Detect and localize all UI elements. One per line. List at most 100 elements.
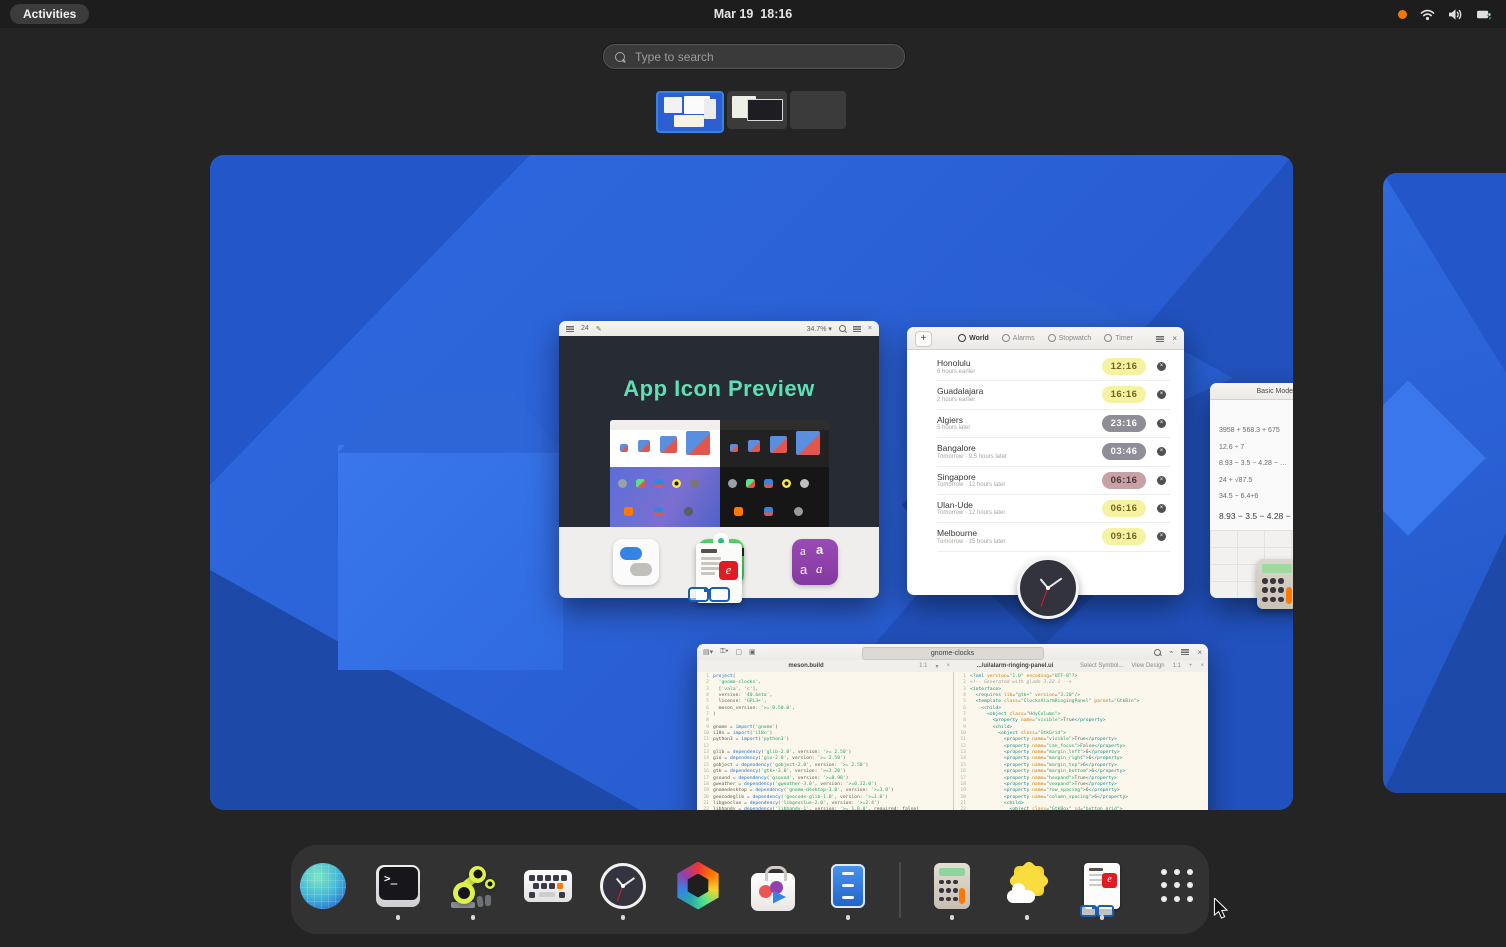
- thumb-window: [704, 99, 716, 119]
- view-design-button[interactable]: View Design: [1131, 663, 1164, 669]
- city-name: Ulan-Ude: [937, 500, 973, 510]
- builder-window[interactable]: ▤▾ ⚿▾ ▢ ▣ gnome-clocks ⌁ × meson.build 1…: [697, 644, 1208, 810]
- symbol-selector[interactable]: Select Symbol...: [1080, 663, 1123, 669]
- close-icon[interactable]: ×: [1197, 648, 1202, 657]
- clocks-window[interactable]: + World Alarms Stopwatch: [907, 327, 1184, 595]
- dock-files[interactable]: [824, 860, 872, 920]
- history-row[interactable]: 8.93 − 3.5 − 4.28 − … −1.25: [1219, 458, 1293, 475]
- world-clock-row[interactable]: Guadalajara 2 hours earlier 16:16 ×: [937, 381, 1170, 409]
- clocks-app-icon: [1017, 557, 1079, 619]
- image-viewer-headerbar: 24 ✎ 34.7% ▾ ×: [559, 321, 879, 337]
- clocks-tab[interactable]: World: [958, 334, 989, 342]
- remove-clock-button[interactable]: ×: [1157, 362, 1166, 371]
- workspace-thumbnail-1[interactable]: [656, 91, 724, 133]
- close-icon[interactable]: ×: [868, 325, 872, 332]
- dictionary-app-icon: a a a a: [792, 539, 838, 585]
- mode-selector[interactable]: Basic Mode ▾: [1256, 387, 1293, 395]
- zoom-level[interactable]: 34.7% ▾: [807, 325, 832, 333]
- workspace-2-partial[interactable]: [1383, 173, 1506, 793]
- history-row[interactable]: 24 + √87.5 33.3541…: [1219, 475, 1293, 492]
- time-offset-label: 2 hours earlier: [937, 397, 975, 403]
- city-name: Honolulu: [937, 358, 971, 368]
- world-clock-row[interactable]: Honolulu 6 hours earlier 12:16 ×: [937, 353, 1170, 381]
- time-badge: 12:16: [1102, 358, 1146, 375]
- remove-clock-button[interactable]: ×: [1157, 504, 1166, 513]
- omnibar-project-title[interactable]: gnome-clocks: [862, 647, 1044, 660]
- dock-document-viewer[interactable]: e: [1078, 860, 1126, 920]
- time-offset-label: Tomorrow · 12 hours later: [937, 482, 1005, 488]
- history-expression: 3958 + 568.3 + 675: [1219, 427, 1280, 434]
- remove-clock-button[interactable]: ×: [1157, 419, 1166, 428]
- wifi-icon: [1420, 8, 1435, 21]
- world-clock-row[interactable]: Algiers 5 hours later 23:16 ×: [937, 410, 1170, 438]
- search-icon[interactable]: [839, 325, 846, 332]
- remove-clock-button[interactable]: ×: [1157, 390, 1166, 399]
- topbar-clock[interactable]: Mar 19 18:16: [0, 0, 1506, 28]
- workspace-thumbnail-3[interactable]: [790, 91, 846, 129]
- files-cabinet-icon: [831, 864, 865, 908]
- world-clock-row[interactable]: Ulan-Ude Tomorrow · 12 hours later 06:16…: [937, 495, 1170, 523]
- dock-calculator[interactable]: [928, 860, 976, 920]
- history-expression: 34.5 − 6.4+6: [1219, 493, 1258, 500]
- menu-icon[interactable]: [1181, 649, 1189, 655]
- current-expression[interactable]: 8.93 − 3.5 − 4.28 − 2.4: [1219, 511, 1293, 521]
- thumb-window: [674, 115, 704, 127]
- search-bar[interactable]: [602, 43, 906, 70]
- clocks-tab[interactable]: Stopwatch: [1048, 334, 1092, 342]
- city-name: Algiers: [937, 415, 963, 425]
- dock-builder[interactable]: [449, 860, 497, 920]
- caret-down-icon[interactable]: ▾: [935, 663, 938, 670]
- cursor-position: 1:1: [1173, 663, 1181, 669]
- document-viewer-icon: e: [1084, 863, 1120, 909]
- remove-clock-button[interactable]: ×: [1157, 476, 1166, 485]
- workspace-thumbnail-2[interactable]: [727, 91, 787, 129]
- remove-clock-button[interactable]: ×: [1157, 447, 1166, 456]
- world-clock-row[interactable]: Melbourne Tomorrow · 15 hours later 09:1…: [937, 523, 1170, 551]
- search-input[interactable]: [633, 49, 877, 65]
- grid-toggle-icon[interactable]: ▣: [749, 648, 756, 656]
- history-expression: 24 + √87.5: [1219, 477, 1252, 484]
- dock-separator: [899, 862, 901, 918]
- dock-keyboard[interactable]: [524, 860, 572, 920]
- dock-weather[interactable]: [1003, 860, 1051, 920]
- clocks-tab[interactable]: Timer: [1104, 334, 1133, 342]
- menu-icon[interactable]: [853, 326, 861, 332]
- dock-web-browser[interactable]: [299, 860, 347, 920]
- close-tab-icon[interactable]: ×: [1200, 663, 1204, 669]
- menu-icon[interactable]: [1156, 336, 1164, 342]
- recording-indicator-icon: [1398, 10, 1407, 19]
- world-clock-row[interactable]: Singapore Tomorrow · 12 hours later 06:1…: [937, 467, 1170, 495]
- history-row[interactable]: 12.6 ÷ 7 1.8: [1219, 442, 1293, 459]
- branch-lock-icon[interactable]: ⚿▾: [720, 648, 728, 656]
- meson-editor-pane[interactable]: 1project(2 'gnome-clocks',3 ['vala', 'c'…: [697, 672, 954, 810]
- close-tab-icon[interactable]: ×: [946, 663, 950, 669]
- history-row[interactable]: 3958 + 568.3 + 675 5201.3: [1219, 425, 1293, 442]
- workspace-1[interactable]: 24 ✎ 34.7% ▾ × App Icon Preview: [210, 155, 1293, 810]
- city-name: Guadalajara: [937, 386, 983, 396]
- dock-software-store[interactable]: [749, 860, 797, 920]
- thumbnails-icon[interactable]: [566, 326, 574, 332]
- clocks-tab[interactable]: Alarms: [1002, 334, 1035, 342]
- dock-clocks[interactable]: [599, 860, 647, 920]
- s-shape-app-icon: [613, 539, 659, 585]
- project-doc-icon[interactable]: ▤▾: [703, 648, 713, 656]
- edit-icon[interactable]: ✎: [596, 325, 602, 333]
- xml-editor-pane[interactable]: 1<?xml version="1.0" encoding="UTF-8"?>2…: [954, 672, 1208, 810]
- time-badge: 09:16: [1102, 528, 1146, 545]
- calculator-icon: [934, 863, 970, 909]
- remove-clock-button[interactable]: ×: [1157, 532, 1166, 541]
- calculator-headerbar: Basic Mode ▾: [1210, 383, 1293, 400]
- dock-app-grid[interactable]: [1153, 860, 1201, 920]
- run-icon[interactable]: ⌁: [1169, 648, 1173, 656]
- close-icon[interactable]: ×: [1172, 334, 1177, 343]
- dock-terminal[interactable]: [374, 860, 422, 920]
- thumb-window: [664, 97, 682, 113]
- system-status-area[interactable]: [1398, 0, 1492, 28]
- world-clock-row[interactable]: Bangalore Tomorrow · 9.5 hours later 03:…: [937, 438, 1170, 466]
- app-grid-icon: [1157, 866, 1197, 906]
- add-tab-icon[interactable]: +: [1189, 663, 1193, 669]
- panel-toggle-icon[interactable]: ▢: [735, 648, 742, 656]
- dock-color-wheel-app[interactable]: [674, 860, 722, 920]
- search-icon[interactable]: [1154, 649, 1161, 656]
- history-row[interactable]: 34.5 − 6.4+6 33.433…: [1219, 491, 1293, 508]
